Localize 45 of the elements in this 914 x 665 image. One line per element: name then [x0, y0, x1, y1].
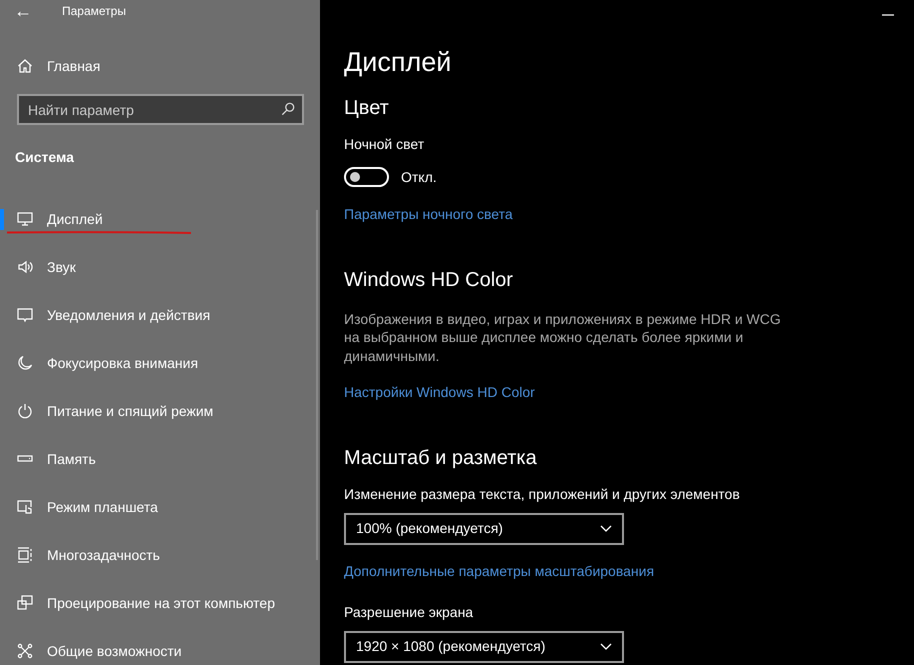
sidebar-item[interactable]: Уведомления и действия — [0, 291, 320, 339]
section-heading: Цвет — [344, 96, 389, 120]
section-heading: Система — [15, 148, 74, 165]
search-field[interactable]: Найти параметр — [17, 94, 304, 125]
moon-icon — [17, 355, 33, 371]
section-heading: Windows HD Color — [344, 268, 513, 292]
settings-link[interactable]: Дополнительные параметры масштабирования — [344, 560, 654, 582]
back-button[interactable]: ← — [0, 2, 62, 20]
toggle-state-label: Откл. — [401, 168, 437, 187]
sidebar-item[interactable]: Звук — [0, 243, 320, 291]
dropdown[interactable]: 100% (рекомендуется) — [344, 512, 624, 545]
sidebar-item[interactable]: Дисплей — [0, 195, 320, 243]
power-icon — [17, 403, 33, 419]
projection-icon — [17, 595, 33, 611]
settings-link[interactable]: Настройки Windows HD Color — [344, 382, 535, 403]
section-heading: Масштаб и разметка — [344, 446, 537, 470]
speaker-icon — [17, 259, 33, 275]
setting-label: Разрешение экрана — [344, 602, 474, 622]
chevron-down-icon — [600, 524, 612, 533]
sidebar-item[interactable]: Память — [0, 435, 320, 483]
page-title: Дисплей — [344, 48, 452, 78]
network-nodes-icon — [17, 643, 33, 659]
sidebar-item[interactable]: Проецирование на этот компьютер — [0, 579, 320, 627]
selection-indicator — [0, 209, 4, 230]
chevron-down-icon — [600, 642, 612, 651]
minimize-icon[interactable] — [882, 14, 894, 16]
settings-link[interactable]: Параметры ночного света — [344, 204, 513, 225]
sidebar-item[interactable]: Фокусировка внимания — [0, 339, 320, 387]
setting-label: Изменение размера текста, приложений и других элементов — [344, 484, 740, 504]
window-title: Параметры — [62, 3, 126, 20]
description-text: Изображения в видео, играх и приложениях в режиме HDR и WCG на выбранном выше дисплее можно сделать более яркими и динамичными. — [344, 310, 782, 366]
speech-bubble-icon — [17, 307, 33, 323]
search-icon — [281, 102, 295, 116]
monitor-icon — [17, 211, 33, 227]
sidebar-item[interactable]: Питание и спящий режим — [0, 387, 320, 435]
dropdown[interactable]: 1920 × 1080 (рекомендуется) — [344, 630, 624, 663]
sidebar-item[interactable]: Общие возможности — [0, 627, 320, 665]
home-icon — [17, 58, 33, 74]
tablet-hand-icon — [17, 499, 33, 515]
setting-label: Ночной свет — [344, 134, 424, 154]
sidebar-item[interactable]: Режим планшета — [0, 483, 320, 531]
toggle-switch[interactable] — [344, 167, 389, 188]
home-nav-item[interactable]: Главная — [0, 56, 100, 76]
multitasking-icon — [17, 547, 33, 563]
sidebar-item[interactable]: Многозадачность — [0, 531, 320, 579]
